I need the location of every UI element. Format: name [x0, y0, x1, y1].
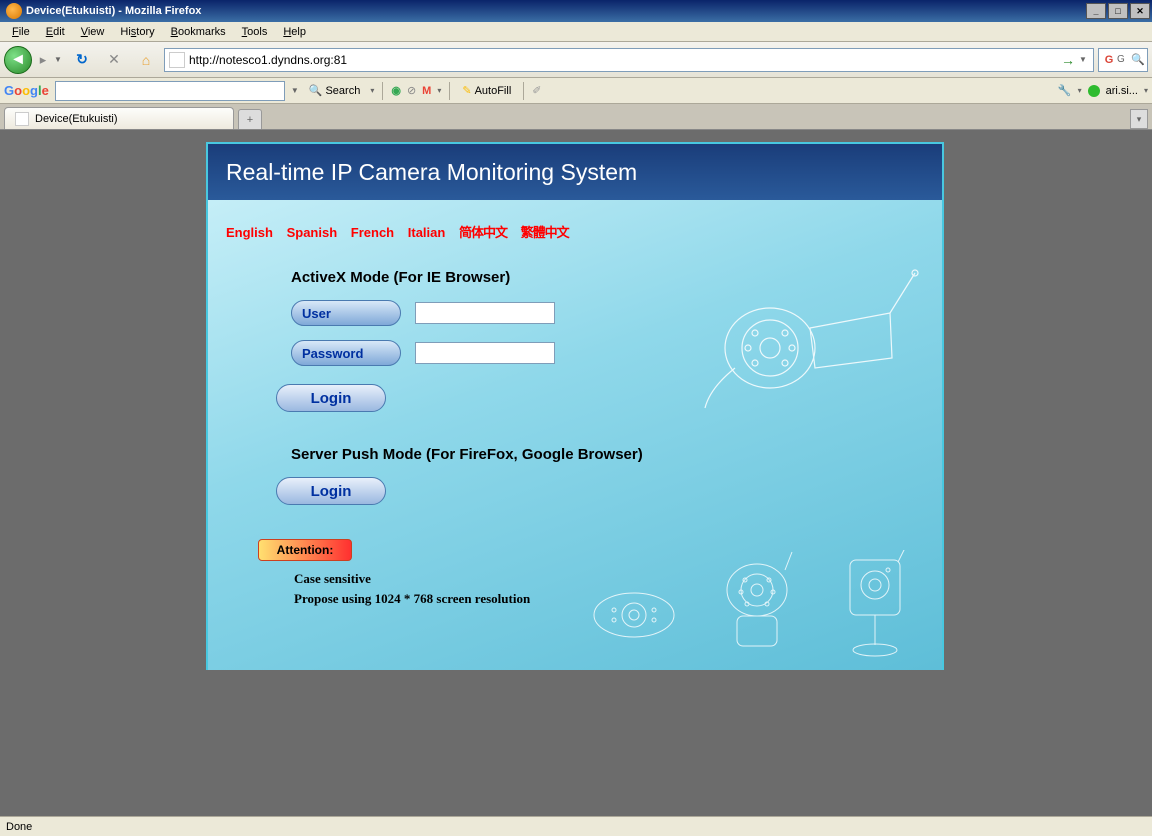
google-toolbar-logo: Google: [4, 83, 49, 98]
content-area: Real-time IP Camera Monitoring System En…: [0, 130, 1152, 816]
go-button[interactable]: →: [1061, 52, 1075, 68]
page-title: Real-time IP Camera Monitoring System: [226, 159, 637, 186]
url-dropdown[interactable]: ▼: [1079, 55, 1089, 64]
url-bar[interactable]: → ▼: [164, 48, 1094, 72]
menu-tools[interactable]: Tools: [234, 24, 276, 40]
menu-file[interactable]: File: [4, 24, 38, 40]
menu-bookmarks[interactable]: Bookmarks: [163, 24, 234, 40]
ipcamera-page: Real-time IP Camera Monitoring System En…: [206, 142, 944, 670]
language-row: English Spanish French Italian 简体中文 繁體中文: [226, 222, 924, 241]
google-search-icon: G: [1101, 52, 1117, 68]
user-label: User: [291, 300, 401, 326]
home-button[interactable]: ⌂: [136, 50, 156, 70]
lang-english[interactable]: English: [226, 225, 273, 240]
window-titlebar: Device(Etukuisti) - Mozilla Firefox _ □ …: [0, 0, 1152, 22]
menu-view[interactable]: View: [73, 24, 113, 40]
block-icon[interactable]: ⊘: [407, 84, 416, 97]
highlighter-icon[interactable]: ✐: [532, 84, 541, 97]
google-toolbar-search[interactable]: [55, 81, 285, 101]
maximize-button[interactable]: □: [1108, 3, 1128, 19]
menu-history[interactable]: History: [112, 24, 162, 40]
lang-traditional-chinese[interactable]: 繁體中文: [521, 225, 569, 240]
google-toolbar: Google ▼ 🔍 Search ▾ ◉ ⊘ M ▾ ✎ AutoFill ✐…: [0, 78, 1152, 104]
camera-illustration-main: [680, 258, 930, 418]
history-dropdown[interactable]: ▼: [54, 55, 64, 64]
lang-simplified-chinese[interactable]: 简体中文: [459, 225, 507, 240]
url-input[interactable]: [189, 50, 1057, 70]
section-serverpush-title: Server Push Mode (For FireFox, Google Br…: [291, 446, 924, 463]
user-input[interactable]: [415, 302, 555, 324]
autofill-icon: ✎: [462, 84, 471, 97]
reload-button[interactable]: ↻: [72, 50, 92, 70]
tab-bar: Device(Etukuisti) + ▾: [0, 104, 1152, 130]
new-tab-button[interactable]: +: [238, 109, 262, 129]
status-text: Done: [6, 821, 32, 833]
page-body: English Spanish French Italian 简体中文 繁體中文…: [208, 200, 942, 670]
login-button-activex[interactable]: Login: [276, 384, 386, 412]
login-button-serverpush[interactable]: Login: [276, 477, 386, 505]
lang-french[interactable]: French: [351, 225, 394, 240]
password-label: Password: [291, 340, 401, 366]
password-input[interactable]: [415, 342, 555, 364]
menu-edit[interactable]: Edit: [38, 24, 73, 40]
lang-spanish[interactable]: Spanish: [287, 225, 338, 240]
back-button[interactable]: ◄: [4, 46, 32, 74]
toolbar-search-button[interactable]: 🔍 Search: [305, 82, 365, 99]
attention-badge: Attention:: [258, 539, 352, 561]
firefox-icon: [6, 3, 22, 19]
search-icon: 🔍: [309, 84, 323, 97]
camera-illustrations-bottom: [572, 540, 932, 660]
site-favicon: [169, 52, 185, 68]
tabs-overflow-button[interactable]: ▾: [1130, 109, 1148, 129]
status-dot-icon: [1088, 85, 1100, 97]
autofill-button[interactable]: ✎ AutoFill: [458, 82, 515, 99]
lang-italian[interactable]: Italian: [408, 225, 446, 240]
stop-button[interactable]: ✕: [104, 50, 124, 70]
nav-toolbar: ◄ ▸ ▼ ↻ ✕ ⌂ → ▼ G G 🔍: [0, 42, 1152, 78]
forward-button[interactable]: ▸: [36, 50, 50, 70]
minimize-button[interactable]: _: [1086, 3, 1106, 19]
tab-label: Device(Etukuisti): [35, 113, 118, 125]
menu-bar: File Edit View History Bookmarks Tools H…: [0, 22, 1152, 42]
toolbar-user[interactable]: ari.si...: [1106, 85, 1138, 97]
window-title: Device(Etukuisti) - Mozilla Firefox: [26, 5, 1086, 17]
wrench-icon[interactable]: 🔧: [1058, 84, 1072, 97]
close-button[interactable]: ✕: [1130, 3, 1150, 19]
plus-icon[interactable]: ◉: [391, 84, 401, 97]
tab-favicon: [15, 112, 29, 126]
menu-help[interactable]: Help: [275, 24, 314, 40]
gmail-icon[interactable]: M: [422, 85, 431, 97]
tab-device[interactable]: Device(Etukuisti): [4, 107, 234, 129]
status-bar: Done: [0, 816, 1152, 836]
page-header: Real-time IP Camera Monitoring System: [208, 144, 942, 200]
search-box[interactable]: G G 🔍: [1098, 48, 1148, 72]
